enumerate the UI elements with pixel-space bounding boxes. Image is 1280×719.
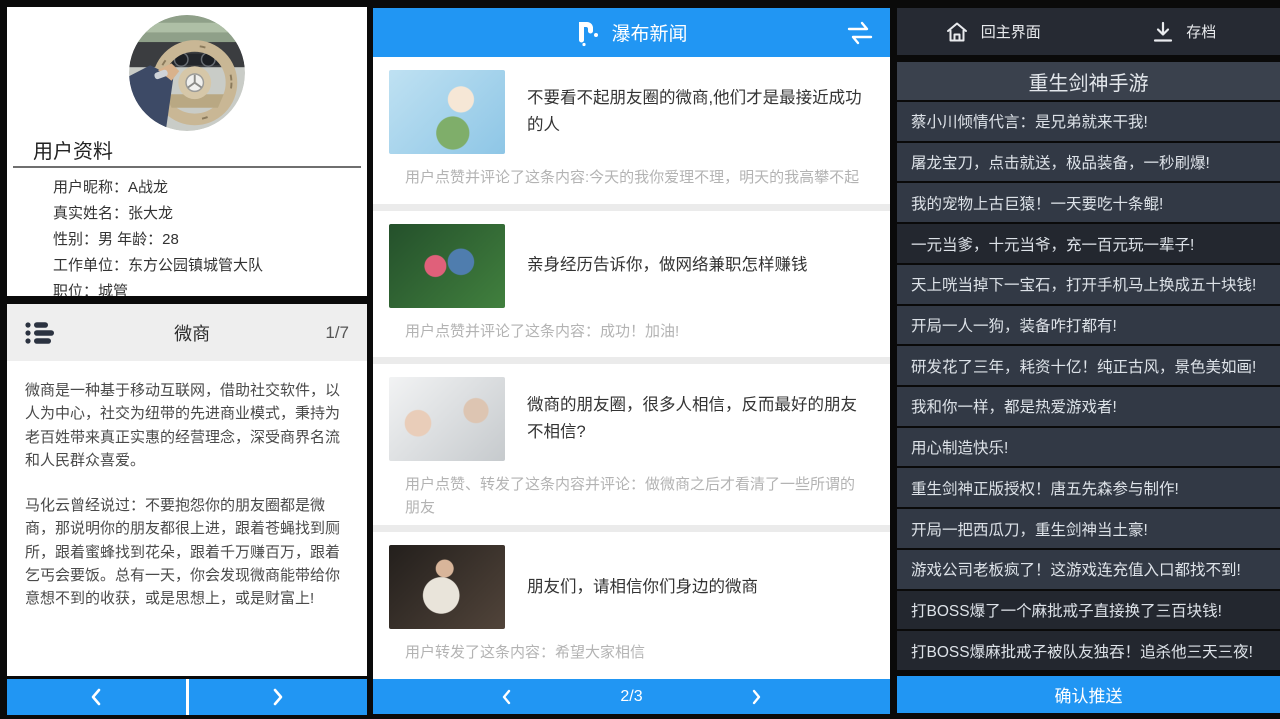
weishang-paragraph-2: 马化云曾经说过：不要抱怨你的朋友圈都是微商，那说明你的朋友都很上进，跟着苍蝇找到… bbox=[25, 494, 349, 610]
slogan-row[interactable]: 我和你一样，都是热爱游戏者! bbox=[897, 387, 1280, 426]
weishang-pager bbox=[7, 679, 367, 715]
profile-card: 用户资料 用户昵称：A战龙 真实姓名：张大龙 性别：男 年龄：28 工作单位：东… bbox=[7, 7, 367, 296]
game-title: 重生剑神手游 bbox=[897, 62, 1280, 100]
slogan-row[interactable]: 开局一人一狗，装备咋打都有! bbox=[897, 306, 1280, 345]
news-user-action: 用户转发了这条内容：希望大家相信 bbox=[405, 642, 864, 665]
slogan-row-selected[interactable]: 打BOSS爆麻批戒子被队友独吞！追杀他三天三夜! bbox=[897, 631, 1280, 670]
news-thumbnail bbox=[389, 377, 505, 461]
download-icon bbox=[1152, 21, 1174, 43]
home-icon bbox=[945, 21, 969, 43]
chevron-left-icon bbox=[90, 688, 102, 706]
news-title: 朋友们，请相信你们身边的微商 bbox=[527, 574, 758, 601]
confirm-push-button[interactable]: 确认推送 bbox=[897, 676, 1280, 713]
news-next-button[interactable] bbox=[717, 679, 797, 714]
steering-wheel-photo bbox=[129, 15, 245, 131]
news-item[interactable]: 微商的朋友圈，很多人相信，反而最好的朋友不相信? 用户点赞、转发了这条内容并评论… bbox=[373, 364, 890, 525]
slogan-row[interactable]: 用心制造快乐! bbox=[897, 428, 1280, 467]
news-pager: 2/3 bbox=[373, 679, 890, 714]
slogan-row[interactable]: 蔡小川倾情代言：是兄弟就来干我! bbox=[897, 102, 1280, 141]
profile-field-gender-age: 性别：男 年龄：28 bbox=[53, 227, 367, 253]
slogan-row-selected[interactable]: 打BOSS爆了一个麻批戒子直接换了三百块钱! bbox=[897, 591, 1280, 630]
user-profile-panel: 用户资料 用户昵称：A战龙 真实姓名：张大龙 性别：男 年龄：28 工作单位：东… bbox=[0, 0, 373, 719]
news-user-action: 用户点赞、转发了这条内容并评论：做微商之后才看清了一些所谓的朋友 bbox=[405, 474, 864, 519]
weishang-title: 微商 bbox=[59, 320, 325, 346]
news-thumbnail bbox=[389, 224, 505, 308]
slogan-row[interactable]: 游戏公司老板疯了！这游戏连充值入口都找不到! bbox=[897, 550, 1280, 589]
news-separator bbox=[373, 204, 890, 211]
save-button-label: 存档 bbox=[1186, 21, 1216, 42]
weishang-body: 微商是一种基于移动互联网，借助社交软件，以人为中心，社交为纽带的先进商业模式，秉… bbox=[7, 361, 367, 610]
profile-field-nickname: 用户昵称：A战龙 bbox=[53, 175, 367, 201]
profile-title: 用户资料 bbox=[33, 135, 367, 164]
slogan-row[interactable]: 开局一把西瓜刀，重生剑神当土豪! bbox=[897, 509, 1280, 548]
news-item[interactable]: 亲身经历告诉你，做网络兼职怎样赚钱 用户点赞并评论了这条内容：成功！加油! bbox=[373, 211, 890, 358]
weishang-prev-button[interactable] bbox=[7, 679, 189, 715]
news-item[interactable]: 朋友们，请相信你们身边的微商 用户转发了这条内容：希望大家相信 bbox=[373, 532, 890, 679]
avatar bbox=[129, 15, 245, 131]
list-icon bbox=[25, 319, 59, 347]
news-item[interactable]: 不要看不起朋友圈的微商,他们才是最接近成功的人 用户点赞并评论了这条内容:今天的… bbox=[373, 57, 890, 204]
news-page-indicator: 2/3 bbox=[620, 688, 642, 706]
news-thumbnail bbox=[389, 545, 505, 629]
news-prev-button[interactable] bbox=[466, 679, 546, 714]
waterfall-icon bbox=[575, 18, 601, 48]
profile-field-realname: 真实姓名：张大龙 bbox=[53, 201, 367, 227]
profile-field-workunit: 工作单位：东方公园镇城管大队 bbox=[53, 253, 367, 279]
news-user-action: 用户点赞并评论了这条内容:今天的我你爱理不理，明天的我高攀不起 bbox=[405, 167, 864, 190]
weishang-card: 微商 1/7 微商是一种基于移动互联网，借助社交软件，以人为中心，社交为纽带的先… bbox=[7, 304, 367, 676]
home-button[interactable]: 回主界面 bbox=[897, 8, 1089, 55]
chevron-right-icon bbox=[272, 688, 284, 706]
profile-field-position: 职位：城管 bbox=[53, 279, 367, 296]
right-top-nav: 回主界面 存档 bbox=[897, 8, 1280, 55]
slogan-row[interactable]: 屠龙宝刀，点击就送，极品装备，一秒刷爆! bbox=[897, 143, 1280, 182]
news-separator bbox=[373, 357, 890, 364]
swap-arrows-icon[interactable] bbox=[846, 20, 874, 46]
app-window: 用户资料 用户昵称：A战龙 真实姓名：张大龙 性别：男 年龄：28 工作单位：东… bbox=[0, 0, 1280, 719]
news-title: 微商的朋友圈，很多人相信，反而最好的朋友不相信? bbox=[527, 392, 864, 446]
news-list: 不要看不起朋友圈的微商,他们才是最接近成功的人 用户点赞并评论了这条内容:今天的… bbox=[373, 57, 890, 679]
slogan-row[interactable]: 我的宠物上古巨猿！一天要吃十条鲲! bbox=[897, 183, 1280, 222]
weishang-header: 微商 1/7 bbox=[7, 304, 367, 361]
news-header: 瀑布新闻 bbox=[373, 8, 890, 57]
news-title: 亲身经历告诉你，做网络兼职怎样赚钱 bbox=[527, 252, 808, 279]
profile-divider bbox=[13, 166, 361, 168]
news-feed-panel: 瀑布新闻 不要看不起朋友圈的微商,他们才是最接近成功的人 用户点赞并评论了这条内… bbox=[373, 0, 890, 719]
news-thumbnail bbox=[389, 70, 505, 154]
news-user-action: 用户点赞并评论了这条内容：成功！加油! bbox=[405, 321, 864, 344]
slogan-row[interactable]: 天上咣当掉下一宝石，打开手机马上换成五十块钱! bbox=[897, 265, 1280, 304]
weishang-page-indicator: 1/7 bbox=[325, 323, 349, 343]
slogan-row-selected[interactable]: 一元当爹，十元当爷，充一百元玩一辈子! bbox=[897, 224, 1280, 263]
slogan-row[interactable]: 研发花了三年，耗资十亿！纯正古风，景色美如画! bbox=[897, 346, 1280, 385]
news-header-title: 瀑布新闻 bbox=[611, 19, 687, 46]
news-title: 不要看不起朋友圈的微商,他们才是最接近成功的人 bbox=[527, 85, 864, 139]
weishang-paragraph-1: 微商是一种基于移动互联网，借助社交软件，以人为中心，社交为纽带的先进商业模式，秉… bbox=[25, 379, 349, 472]
slogan-row[interactable]: 重生剑神正版授权！唐五先森参与制作! bbox=[897, 468, 1280, 507]
save-button[interactable]: 存档 bbox=[1089, 8, 1280, 55]
home-button-label: 回主界面 bbox=[981, 21, 1041, 42]
weishang-next-button[interactable] bbox=[189, 679, 368, 715]
news-separator bbox=[373, 525, 890, 532]
game-push-panel: 回主界面 存档 重生剑神手游 蔡小川倾情代言：是兄弟就来干我! 屠龙宝刀，点击就… bbox=[897, 0, 1280, 719]
slogan-list: 蔡小川倾情代言：是兄弟就来干我! 屠龙宝刀，点击就送，极品装备，一秒刷爆! 我的… bbox=[897, 102, 1280, 670]
